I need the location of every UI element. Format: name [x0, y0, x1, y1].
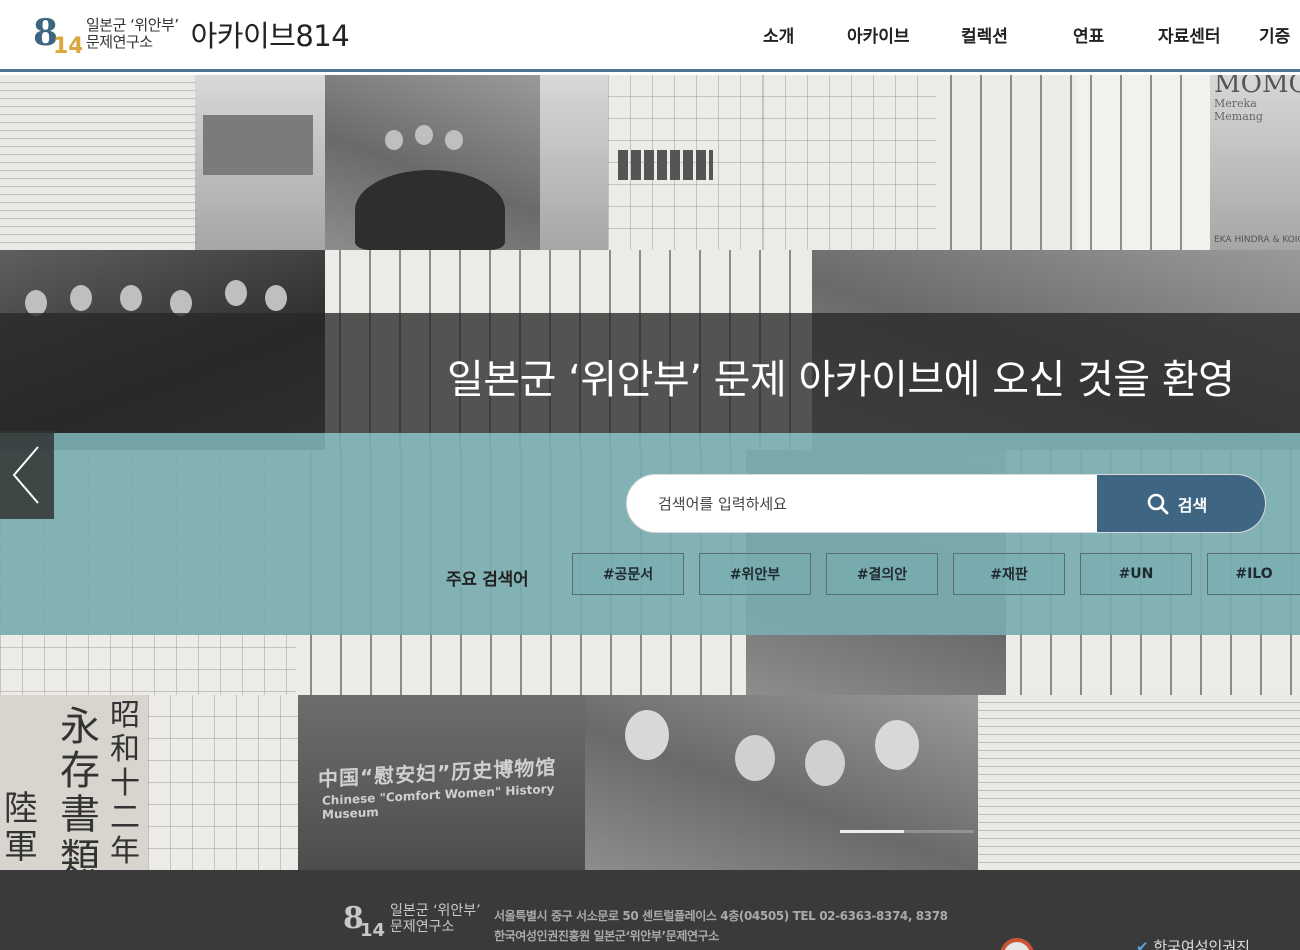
historical-photo [325, 75, 540, 250]
footer-logo: 8 14 일본군 ‘위안부’ 문제연구소 [344, 898, 481, 940]
search-button[interactable]: 검색 [1097, 475, 1265, 532]
document-image [148, 695, 298, 870]
main-nav: 소개 아카이브 컬렉션 연표 자료센터 기증 [0, 0, 1300, 72]
footer-logo-line1: 일본군 ‘위안부’ [390, 903, 481, 919]
partner-link[interactable]: ✔ 한국여성인권진 [1136, 936, 1250, 950]
document-image [1076, 75, 1210, 250]
historical-photo [585, 695, 978, 870]
chevron-left-icon [12, 446, 39, 504]
slide-indicator[interactable] [904, 830, 974, 833]
document-image [763, 75, 936, 250]
document-characters-text: 永存書類 [60, 704, 100, 870]
document-image: 永存書類 昭和十二年 陸軍 [0, 695, 148, 870]
search-icon [1147, 493, 1169, 514]
keyword-tag[interactable]: #공문서 [572, 553, 684, 595]
site-footer: 8 14 일본군 ‘위안부’ 문제연구소 서울특별시 중구 서소문로 50 센트… [0, 870, 1300, 950]
search-input[interactable] [627, 475, 1097, 532]
book-cover-image: MOMO Mereka Memang EKA HINDRA & KOICHI [1210, 75, 1300, 250]
search-form: 검색 [626, 474, 1266, 533]
document-image [1178, 695, 1300, 870]
document-image [195, 75, 325, 250]
nav-item-collection[interactable]: 컬렉션 [961, 22, 1008, 47]
partner-link-label: 한국여성인권진 [1153, 938, 1250, 950]
footer-info: 서울특별시 중구 서소문로 50 센트럴플레이스 4층(04505) TEL 0… [494, 906, 948, 946]
keyword-tag[interactable]: #ILO [1207, 553, 1300, 595]
footer-logo-line2: 문제연구소 [390, 919, 455, 935]
keyword-tag[interactable]: #위안부 [699, 553, 811, 595]
document-image [978, 695, 1178, 870]
nav-item-intro[interactable]: 소개 [763, 22, 794, 47]
footer-organization: 한국여성인권진흥원 일본군‘위안부’문제연구소 [494, 929, 719, 943]
nav-item-donation[interactable]: 기증 [1259, 22, 1290, 47]
nav-item-timeline[interactable]: 연표 [1073, 22, 1104, 47]
museum-photo: 中国“慰安妇”历史博物馆 Chinese "Comfort Women" His… [298, 695, 585, 870]
partner-leaf-icon: ✔ [1136, 938, 1149, 950]
book-subtitle-text: Mereka Memang [1214, 97, 1263, 123]
book-title-text: MOMO [1214, 75, 1300, 99]
keyword-tag[interactable]: #UN [1080, 553, 1192, 595]
document-characters-text-2: 昭和十二年 [110, 698, 140, 869]
book-author-text: EKA HINDRA & KOICHI [1214, 235, 1300, 245]
footer-logo-text: 일본군 ‘위안부’ 문제연구소 [390, 903, 481, 935]
welcome-banner: 일본군 ‘위안부’ 문제 아카이브에 오신 것을 환영 [0, 313, 1300, 433]
welcome-text: 일본군 ‘위안부’ 문제 아카이브에 오신 것을 환영 [447, 357, 1235, 403]
search-band [0, 433, 1300, 635]
site-header: 8 14 일본군 ‘위안부’ 문제연구소 아카이브814 소개 아카이브 컬렉션… [0, 0, 1300, 72]
svg-text:14: 14 [360, 920, 385, 940]
keyword-tag[interactable]: #재판 [953, 553, 1065, 595]
document-image [608, 75, 763, 250]
slide-indicator-active[interactable] [840, 830, 904, 833]
search-button-label: 검색 [1177, 497, 1208, 515]
keyword-tag[interactable]: #결의안 [826, 553, 938, 595]
nav-item-resource-center[interactable]: 자료센터 [1158, 22, 1221, 47]
document-image [0, 75, 195, 250]
popular-keywords-label: 주요 검색어 [446, 570, 529, 590]
document-image [540, 75, 608, 250]
footer-address: 서울특별시 중구 서소문로 50 센트럴플레이스 4층(04505) TEL 0… [494, 909, 948, 923]
logo-814-icon: 8 14 [344, 901, 385, 940]
document-image [936, 75, 1076, 250]
document-characters-text-3: 陸軍 [4, 789, 38, 867]
slide-prev-button[interactable] [0, 431, 54, 519]
nav-item-archive[interactable]: 아카이브 [847, 22, 910, 47]
